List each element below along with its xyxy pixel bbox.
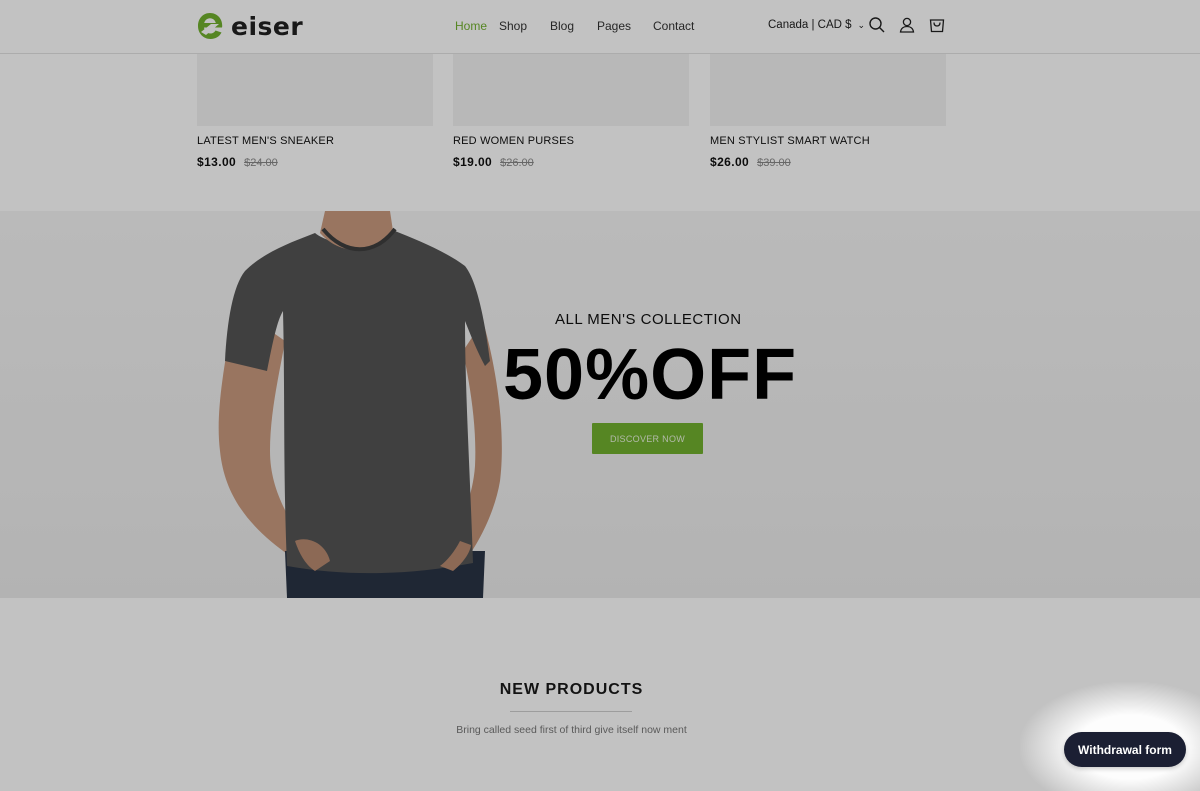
product-name[interactable]: MEN STYLIST SMART WATCH (710, 135, 946, 147)
brand-name: eiser (231, 11, 304, 41)
product-sale-price: $26.00 (710, 155, 750, 169)
product-image[interactable] (710, 54, 946, 126)
account-icon[interactable] (898, 16, 916, 34)
banner-subtitle: ALL MEN'S COLLECTION (555, 311, 742, 328)
product-price: $19.00 $26.00 (453, 155, 689, 169)
product-price: $26.00 $39.00 (710, 155, 946, 169)
nav-item-contact[interactable]: Contact (653, 19, 694, 33)
nav-item-home[interactable]: Home (455, 19, 487, 33)
promo-banner: ALL MEN'S COLLECTION 50%OFF DISCOVER NOW (0, 211, 1200, 598)
banner-model-image (218, 211, 502, 598)
withdrawal-form-button[interactable]: Withdrawal form (1064, 732, 1186, 767)
product-sale-price: $19.00 (453, 155, 493, 169)
search-icon[interactable] (868, 16, 886, 34)
product-card[interactable]: LATEST MEN'S SNEAKER $13.00 $24.00 (197, 54, 433, 169)
nav-item-shop[interactable]: Shop (499, 19, 527, 33)
logo[interactable]: eiser (197, 11, 303, 41)
product-price: $13.00 $24.00 (197, 155, 433, 169)
site-header: eiser Home Shop Blog Pages Contact Canad… (0, 0, 1200, 54)
product-image[interactable] (453, 54, 689, 126)
product-name[interactable]: RED WOMEN PURSES (453, 135, 689, 147)
cart-icon[interactable] (928, 16, 946, 34)
chevron-down-icon: ⌄ (857, 20, 866, 30)
nav-item-pages[interactable]: Pages (597, 19, 631, 33)
product-name[interactable]: LATEST MEN'S SNEAKER (197, 135, 433, 147)
section-subtitle: Bring called seed first of third give it… (456, 724, 687, 736)
product-compare-price: $39.00 (757, 157, 791, 169)
country-selector[interactable]: Canada | CAD $ ⌄ (768, 19, 865, 31)
product-compare-price: $26.00 (500, 157, 534, 169)
product-compare-price: $24.00 (244, 157, 278, 169)
discover-now-button[interactable]: DISCOVER NOW (592, 423, 703, 454)
banner-headline: 50%OFF (503, 335, 798, 415)
product-card[interactable]: MEN STYLIST SMART WATCH $26.00 $39.00 (710, 54, 946, 169)
section-divider (510, 711, 632, 712)
product-card[interactable]: RED WOMEN PURSES $19.00 $26.00 (453, 54, 689, 169)
section-title: NEW PRODUCTS (499, 681, 644, 698)
nav-item-blog[interactable]: Blog (550, 19, 574, 33)
product-sale-price: $13.00 (197, 155, 237, 169)
eiser-logo-icon (198, 13, 223, 39)
country-selector-label: Canada | CAD $ (768, 19, 852, 31)
product-image[interactable] (197, 54, 433, 126)
